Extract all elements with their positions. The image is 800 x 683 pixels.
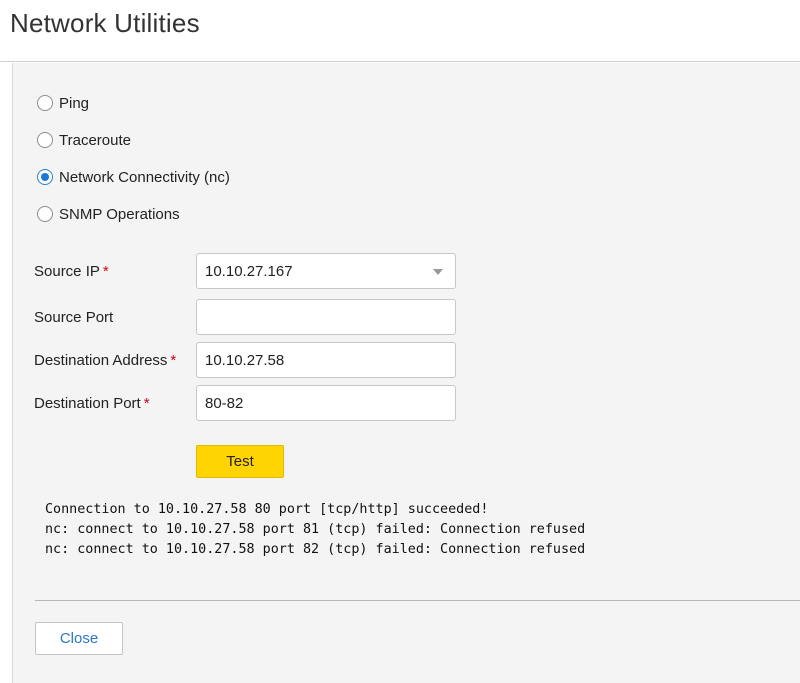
radio-option-snmp[interactable]: SNMP Operations [37,202,230,226]
source-ip-label: Source IP * [34,262,109,280]
required-marker: * [170,351,177,369]
source-ip-select[interactable]: 10.10.27.167 [196,253,456,289]
source-port-input[interactable] [196,299,456,335]
dialog-body: Ping Traceroute Network Connectivity (nc… [12,63,800,683]
dialog-header: Network Utilities [0,0,800,62]
radio-button-snmp[interactable] [37,206,53,222]
required-marker: * [143,394,150,412]
radio-option-ping[interactable]: Ping [37,91,230,115]
radio-button-nc[interactable] [37,169,53,185]
command-output: Connection to 10.10.27.58 80 port [tcp/h… [45,500,585,560]
destination-port-value: 80-82 [205,394,244,412]
output-line: nc: connect to 10.10.27.58 port 81 (tcp)… [45,522,586,537]
source-port-label: Source Port [34,308,114,326]
destination-address-row: Destination Address * [34,342,196,378]
radio-button-traceroute[interactable] [37,132,53,148]
tool-radio-group: Ping Traceroute Network Connectivity (nc… [37,91,230,239]
destination-address-input[interactable]: 10.10.27.58 [196,342,456,378]
destination-port-row: Destination Port * [34,385,196,421]
source-port-row: Source Port [34,299,196,335]
required-marker: * [102,262,109,280]
radio-label-ping: Ping [59,94,90,112]
test-button[interactable]: Test [196,445,284,478]
page-title: Network Utilities [10,8,200,38]
radio-option-traceroute[interactable]: Traceroute [37,128,230,152]
close-button[interactable]: Close [35,622,123,655]
radio-label-snmp: SNMP Operations [59,205,180,223]
chevron-down-icon[interactable] [433,269,443,275]
radio-button-ping[interactable] [37,95,53,111]
source-ip-row: Source IP * [34,253,196,289]
footer-divider [35,600,800,601]
source-ip-value: 10.10.27.167 [205,262,293,280]
destination-address-label: Destination Address * [34,351,177,369]
radio-option-nc[interactable]: Network Connectivity (nc) [37,165,230,189]
radio-label-traceroute: Traceroute [59,131,131,149]
output-line: Connection to 10.10.27.58 80 port [tcp/h… [45,502,489,517]
destination-address-value: 10.10.27.58 [205,351,285,369]
destination-port-label: Destination Port * [34,394,150,412]
destination-port-input[interactable]: 80-82 [196,385,456,421]
radio-label-nc: Network Connectivity (nc) [59,168,230,186]
output-line: nc: connect to 10.10.27.58 port 82 (tcp)… [45,542,586,557]
